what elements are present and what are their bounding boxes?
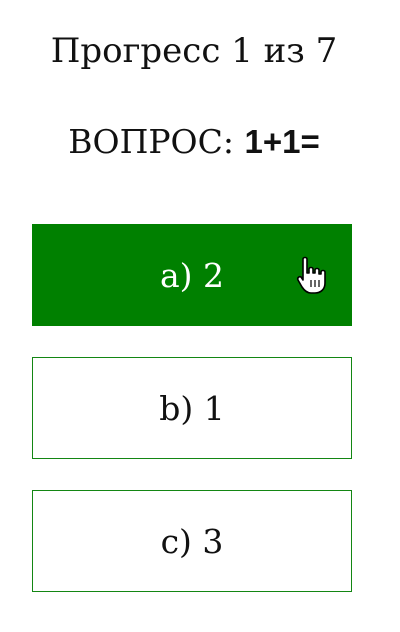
question-heading: ВОПРОС: 1+1= — [0, 118, 388, 167]
question-text: 1+1= — [244, 123, 320, 160]
quiz-page: Прогресс 1 из 7 ВОПРОС: 1+1= a) 2 b) 1 c… — [0, 0, 400, 632]
answer-label: a) 2 — [159, 255, 225, 295]
progress-text: Прогресс 1 из 7 — [50, 31, 338, 71]
answer-option-b[interactable]: b) 1 — [32, 357, 352, 459]
hand-pointer-icon — [296, 256, 326, 294]
question-label: ВОПРОС: — [68, 122, 245, 161]
answer-label: b) 1 — [159, 388, 225, 428]
answer-label: c) 3 — [160, 521, 224, 561]
answer-option-c[interactable]: c) 3 — [32, 490, 352, 592]
